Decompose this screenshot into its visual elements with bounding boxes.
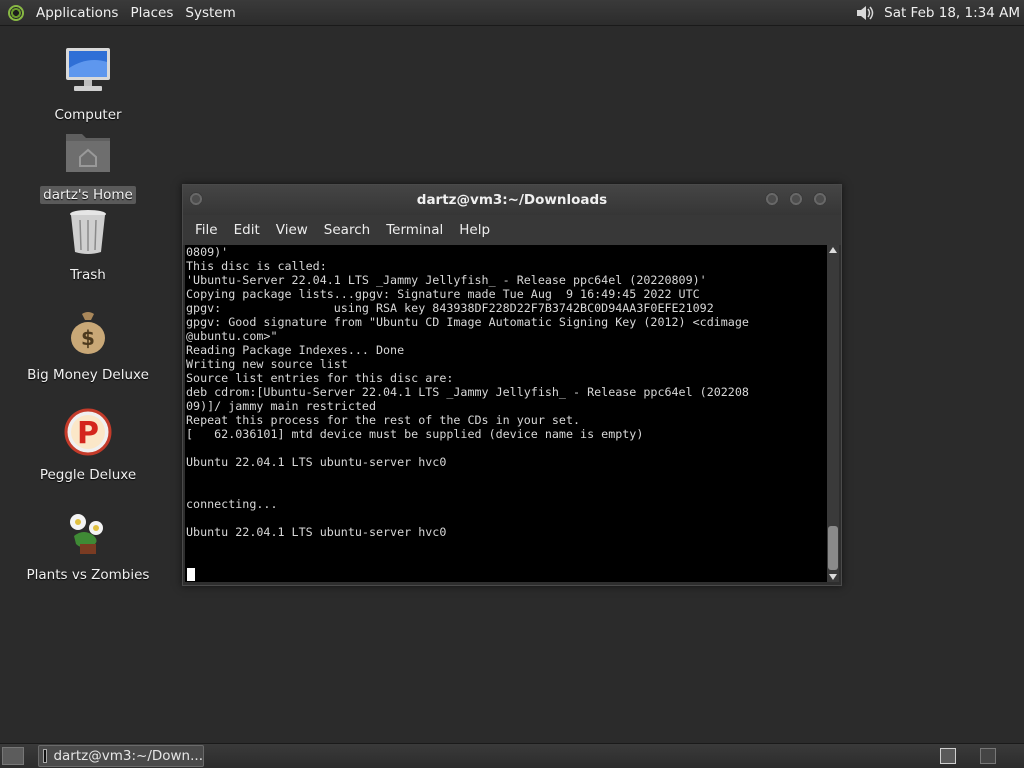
window-title: dartz@vm3:~/Downloads [416, 192, 608, 208]
terminal-line: 09)]/ jammy main restricted [186, 399, 376, 413]
trash-icon [60, 206, 116, 262]
terminal-line: gpgv: Good signature from "Ubuntu CD Ima… [186, 315, 749, 329]
peggle-icon: P [60, 406, 116, 462]
speaker-icon[interactable] [854, 2, 876, 24]
computer-icon [60, 46, 116, 102]
terminal-cursor [187, 568, 195, 581]
minimize-button[interactable] [765, 192, 779, 206]
terminal-line [186, 441, 827, 455]
desktop-icon-peggle[interactable]: P Peggle Deluxe [23, 406, 153, 484]
workspace-1[interactable] [940, 748, 956, 764]
taskbar-window-label: dartz@vm3:~/Down... [53, 748, 203, 764]
window-menubar: File Edit View Search Terminal Help [183, 215, 841, 245]
svg-text:P: P [77, 416, 99, 451]
terminal-line: Ubuntu 22.04.1 LTS ubuntu-server hvc0 [186, 455, 447, 469]
menu-system[interactable]: System [179, 5, 241, 21]
scroll-down-arrow-icon[interactable] [829, 574, 837, 580]
terminal-line: Repeat this process for the rest of the … [186, 413, 581, 427]
terminal-output[interactable]: 0809)' This disc is called: 'Ubuntu-Serv… [185, 245, 827, 582]
terminal-line: @ubuntu.com>" [186, 329, 278, 343]
terminal-line [186, 483, 827, 497]
scrollbar-thumb[interactable] [828, 526, 838, 570]
terminal-line [186, 469, 827, 483]
window-titlebar[interactable]: dartz@vm3:~/Downloads [183, 185, 841, 215]
desktop-icon-label: Plants vs Zombies [26, 567, 150, 583]
workspace-2[interactable] [980, 748, 996, 764]
terminal-line: 'Ubuntu-Server 22.04.1 LTS _Jammy Jellyf… [186, 273, 707, 287]
menu-places[interactable]: Places [124, 5, 179, 21]
terminal-line: [ 62.036101] mtd device must be supplied… [186, 427, 644, 441]
money-bag-icon: $ [60, 306, 116, 362]
terminal-line: Reading Package Indexes... Done [186, 343, 405, 357]
scroll-up-arrow-icon[interactable] [829, 247, 837, 253]
clock[interactable]: Sat Feb 18, 1:34 AM [884, 5, 1020, 21]
window-menu-button[interactable] [189, 192, 203, 206]
terminal-line: connecting... [186, 497, 278, 511]
top-panel: Applications Places System Sat Feb 18, 1… [0, 0, 1024, 26]
desktop-icon-computer[interactable]: Computer [23, 46, 153, 124]
desktop-icon-trash[interactable]: Trash [23, 206, 153, 284]
terminal-line: Writing new source list [186, 357, 348, 371]
desktop-icon-home[interactable]: dartz's Home [23, 126, 153, 204]
close-button[interactable] [813, 192, 827, 206]
desktop-icon-plants[interactable]: Plants vs Zombies [23, 506, 153, 584]
menu-edit[interactable]: Edit [226, 222, 268, 238]
show-desktop-icon[interactable] [2, 747, 24, 765]
terminal-line: 0809)' [186, 245, 229, 259]
terminal-icon [43, 749, 48, 763]
panel-tray: Sat Feb 18, 1:34 AM [854, 2, 1020, 24]
desktop-icon-label: Peggle Deluxe [39, 467, 137, 483]
desktop-icon-label: dartz's Home [40, 186, 136, 204]
menu-search[interactable]: Search [316, 222, 378, 238]
menu-help[interactable]: Help [451, 222, 498, 238]
home-folder-icon [60, 126, 116, 182]
menu-terminal[interactable]: Terminal [378, 222, 451, 238]
maximize-button[interactable] [789, 192, 803, 206]
svg-text:$: $ [81, 326, 95, 350]
desktop-icon-label: Computer [54, 107, 122, 123]
menu-view[interactable]: View [268, 222, 316, 238]
terminal-line: Copying package lists...gpgv: Signature … [186, 287, 700, 301]
terminal-line [186, 511, 827, 525]
menu-applications[interactable]: Applications [30, 5, 124, 21]
terminal-line: Source list entries for this disc are: [186, 371, 454, 385]
desktop-icon-label: Big Money Deluxe [27, 367, 149, 383]
taskbar-window-button[interactable]: dartz@vm3:~/Down... [38, 745, 204, 767]
menu-file[interactable]: File [187, 222, 226, 238]
gnome-foot-icon[interactable] [8, 4, 24, 21]
bottom-panel: dartz@vm3:~/Down... [0, 743, 1024, 768]
terminal-line: deb cdrom:[Ubuntu-Server 22.04.1 LTS _Ja… [186, 385, 749, 399]
desktop-icon-big-money[interactable]: $ Big Money Deluxe [23, 306, 153, 384]
terminal-window[interactable]: dartz@vm3:~/Downloads File Edit View Sea… [182, 184, 842, 586]
plants-icon [60, 506, 116, 562]
terminal-line: Ubuntu 22.04.1 LTS ubuntu-server hvc0 [186, 525, 447, 539]
terminal-line: gpgv: using RSA key 843938DF228D22F7B374… [186, 301, 714, 315]
desktop-icon-label: Trash [70, 267, 106, 283]
terminal-scrollbar[interactable] [827, 245, 839, 582]
terminal-line: This disc is called: [186, 259, 327, 273]
